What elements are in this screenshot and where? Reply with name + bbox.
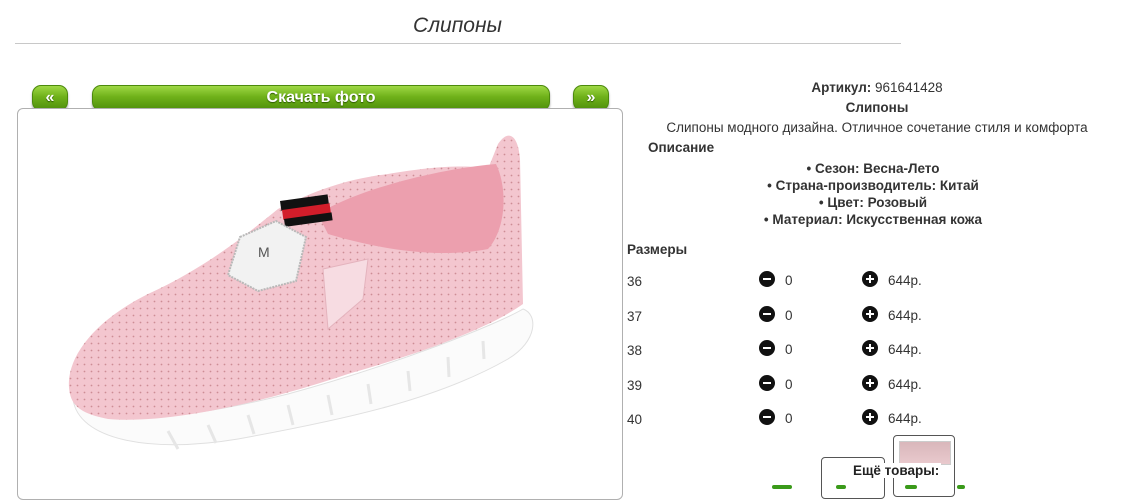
plus-circle-icon[interactable] [862,271,878,287]
minus-circle-icon[interactable] [759,375,775,391]
minus-circle-icon[interactable] [759,340,775,356]
more-items-label: Ещё товары: [851,463,942,478]
size-row: 38 0 644р. [627,340,957,362]
size-value: 36 [627,274,643,289]
link-fragment[interactable] [772,485,792,489]
description-heading: Описание [648,140,715,155]
link-fragment[interactable] [957,485,965,489]
price-value: 644р. [888,273,922,288]
quantity-value: 0 [785,411,793,426]
size-value: 37 [627,309,643,324]
plus-circle-icon[interactable] [862,375,878,391]
minus-circle-icon[interactable] [759,409,775,425]
price-value: 644р. [888,377,922,392]
quantity-value: 0 [785,308,793,323]
size-row: 36 0 644р. [627,271,957,293]
product-name: Слипоны [845,100,909,115]
page-title: Слипоны [413,14,502,37]
slip-on-shoe-image: M [68,135,534,450]
link-fragment[interactable] [836,485,846,489]
plus-circle-icon[interactable] [862,340,878,356]
price-value: 644р. [888,411,922,426]
article-value: 961641428 [875,80,943,95]
plus-circle-icon[interactable] [862,306,878,322]
size-row: 37 0 644р. [627,306,957,328]
sizes-heading: Размеры [627,242,688,257]
price-value: 644р. [888,308,922,323]
thumbnail-image [899,441,951,465]
title-divider [15,43,901,44]
attribute-color: Цвет: Розовый [615,194,1131,211]
svg-text:M: M [258,244,270,260]
plus-circle-icon[interactable] [862,409,878,425]
quantity-value: 0 [785,273,793,288]
size-value: 39 [627,378,643,393]
size-row: 40 0 644р. [627,409,957,431]
product-info: Артикул: 961641428 Слипоны Слипоны модно… [627,78,1127,228]
attribute-season: Сезон: Весна-Лето [615,160,1131,177]
link-fragment[interactable] [905,485,917,489]
attribute-list: Сезон: Весна-Лето Страна-производитель: … [627,160,1127,228]
minus-circle-icon[interactable] [759,306,775,322]
size-value: 40 [627,412,643,427]
price-value: 644р. [888,342,922,357]
attribute-country: Страна-производитель: Китай [615,177,1131,194]
quantity-value: 0 [785,342,793,357]
product-tagline: Слипоны модного дизайна. Отличное сочета… [666,120,1088,135]
attribute-material: Материал: Искусственная кожа [615,211,1131,228]
size-value: 38 [627,343,643,358]
minus-circle-icon[interactable] [759,271,775,287]
article-label: Артикул: [811,80,872,95]
quantity-value: 0 [785,377,793,392]
size-row: 39 0 644р. [627,375,957,397]
product-photo[interactable]: M [17,108,623,500]
article-line: Артикул: 961641428 [627,78,1127,98]
